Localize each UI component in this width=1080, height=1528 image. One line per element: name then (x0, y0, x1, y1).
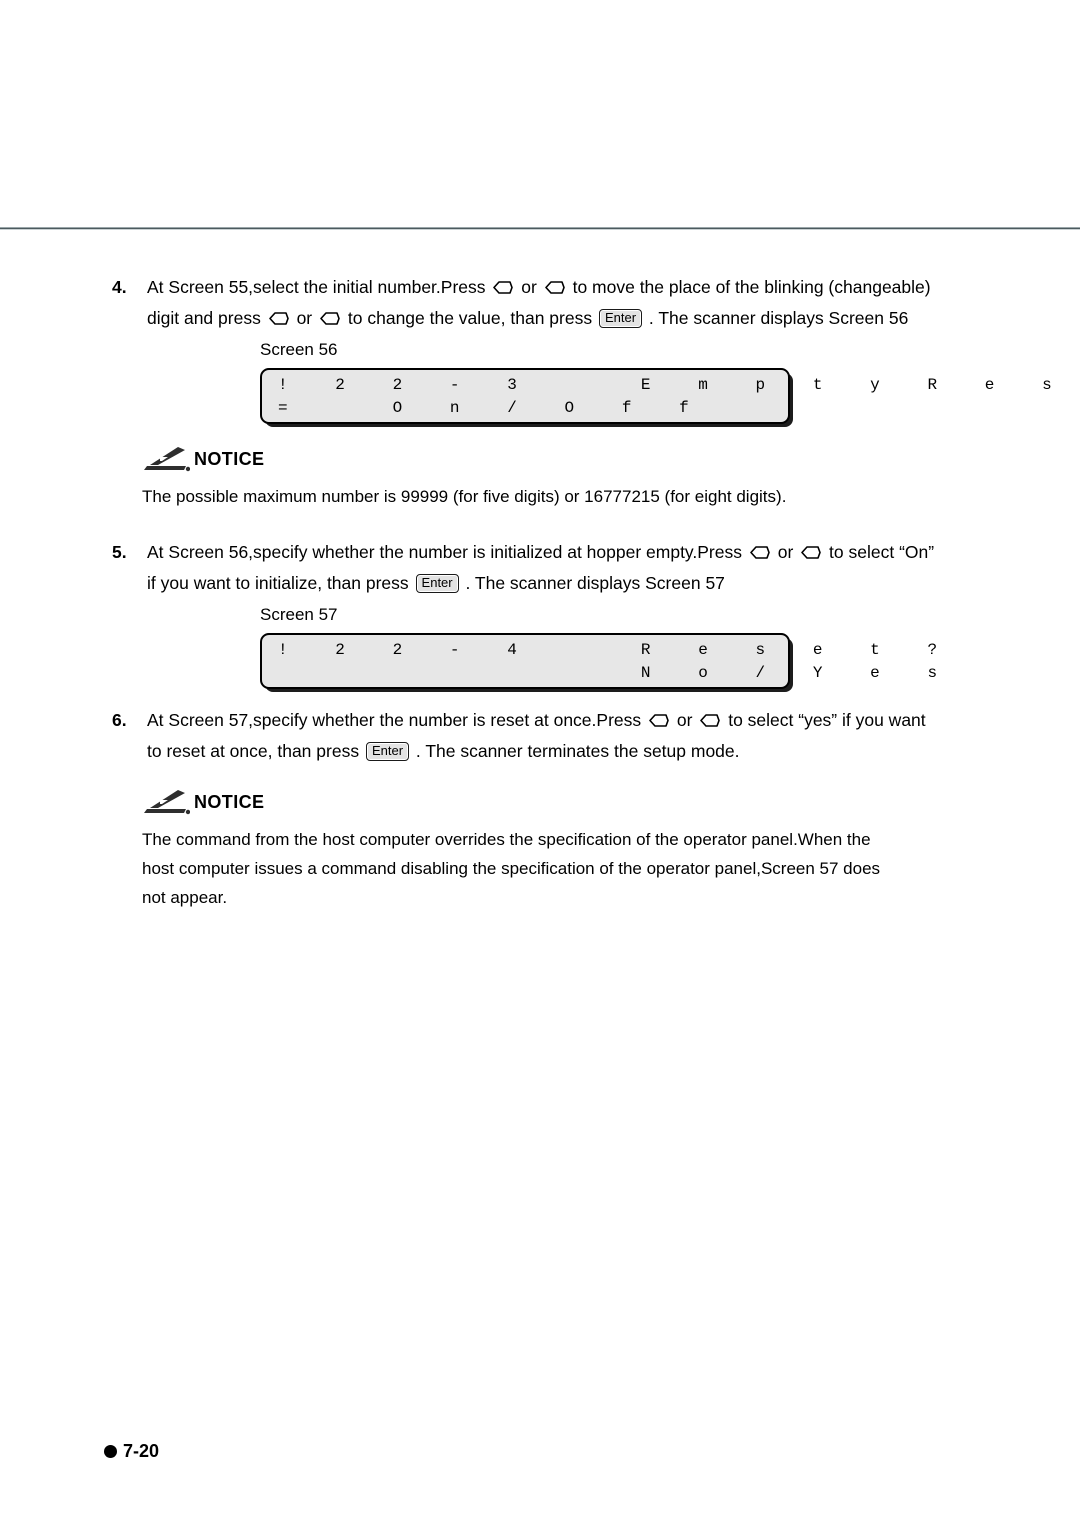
step-5: 5. At Screen 56,specify whether the numb… (112, 537, 992, 599)
right-arrow-key-icon[interactable] (700, 714, 721, 727)
enter-key-button[interactable]: Enter (365, 742, 410, 761)
step-6-number: 6. (112, 710, 127, 730)
step-4-text-b: to move the place of the blinking (chang… (572, 277, 931, 297)
enter-key-button[interactable]: Enter (415, 574, 459, 593)
step-6-text-b: to select “yes” if you want (728, 710, 926, 730)
step-6-line-1: At Screen 57,specify whether the number … (147, 705, 992, 736)
document-page: 4. At Screen 55,select the initial numbe… (0, 0, 1080, 1528)
step-4-number: 4. (112, 277, 127, 297)
step-5-text-a: At Screen 56,specify whether the number … (147, 542, 742, 562)
step-4-text-d: to change the value, than press (347, 308, 593, 328)
notice-2-line-1: The command from the host computer overr… (142, 830, 871, 849)
notice-2-header: NOTICE (142, 789, 992, 815)
screen-57-caption: Screen 57 (260, 605, 338, 624)
step-6-text-c: to reset at once, than press (147, 741, 360, 761)
step-6-text-d: . The scanner terminates the setup mode. (415, 741, 740, 761)
left-arrow-key-icon[interactable] (750, 546, 770, 559)
spacer-after-screen-57 (112, 689, 992, 705)
step-5-text-b: to select “On” (829, 542, 935, 562)
step-4: 4. At Screen 55,select the initial numbe… (112, 272, 992, 334)
step-5-number: 5. (112, 542, 127, 562)
step-4-text-a: At Screen 55,select the initial number.P… (147, 277, 486, 297)
step-6-text-a: At Screen 57,specify whether the number … (147, 710, 642, 730)
right-arrow-key-icon[interactable] (801, 546, 821, 559)
down-arrow-key-icon[interactable] (320, 312, 340, 325)
right-arrow-key-icon[interactable] (544, 281, 565, 294)
lcd-56-line-2: = O n / O f f (278, 399, 699, 417)
step-4-body: At Screen 55,select the initial number.P… (147, 272, 992, 334)
step-4-line-2: digit and press or to change the value, … (147, 303, 992, 334)
lcd-display-56: ! 2 2 - 3 E m p t y R e s e t = O n / O … (260, 368, 1062, 424)
up-arrow-key-icon[interactable] (268, 312, 289, 325)
footer-bullet-icon (104, 1445, 117, 1458)
step-5-or-1: or (777, 542, 794, 562)
step-5-text-d: . The scanner displays Screen 57 (465, 573, 725, 593)
notice-1-header: NOTICE (142, 446, 992, 472)
notice-2-line-3: not appear. (142, 888, 228, 907)
screen-57-panel: ! 2 2 - 4 R e s e t ? N o / Y e s (260, 633, 947, 689)
notice-2-body: The command from the host computer overr… (142, 825, 982, 912)
notice-2-title: NOTICE (194, 791, 265, 812)
step-5-text-c: if you want to initialize, than press (147, 573, 409, 593)
screen-56-caption: Screen 56 (260, 340, 338, 359)
spacer-after-notice-1 (112, 511, 992, 537)
pencil-note-icon (142, 789, 190, 815)
pencil-note-icon (142, 446, 190, 472)
screen-56-panel: ! 2 2 - 3 E m p t y R e s e t = O n / O … (260, 368, 1062, 424)
lcd-57-line-2: N o / Y e s (278, 664, 947, 682)
page-content: 4. At Screen 55,select the initial numbe… (112, 272, 1062, 912)
step-6-body: At Screen 57,specify whether the number … (147, 705, 992, 767)
header-rule (0, 227, 1080, 230)
step-4-text-c: digit and press (147, 308, 261, 328)
lcd-56-line-1: ! 2 2 - 3 E m p t y R e s e t (278, 376, 1062, 394)
page-number: 7-20 (123, 1441, 160, 1461)
notice-2-line-2: host computer issues a command disabling… (142, 859, 881, 878)
left-arrow-key-icon[interactable] (649, 714, 669, 727)
step-6-or-1: or (676, 710, 693, 730)
step-5-line-2: if you want to initialize, than press En… (147, 568, 992, 599)
page-footer: 7-20 (104, 1441, 159, 1462)
notice-1-line-1: The possible maximum number is 99999 (fo… (142, 487, 787, 506)
step-6-line-2: to reset at once, than press Enter . The… (147, 736, 992, 767)
enter-key-button[interactable]: Enter (598, 309, 643, 328)
step-4-or-2: or (296, 308, 313, 328)
left-arrow-key-icon[interactable] (493, 281, 514, 294)
step-6: 6. At Screen 57,specify whether the numb… (112, 705, 992, 767)
step-4-line-1: At Screen 55,select the initial number.P… (147, 272, 992, 303)
lcd-57-line-1: ! 2 2 - 4 R e s e t ? (278, 641, 947, 659)
step-4-or-1: or (521, 277, 537, 297)
step-5-body: At Screen 56,specify whether the number … (147, 537, 992, 599)
notice-1-body: The possible maximum number is 99999 (fo… (142, 482, 982, 511)
step-4-text-e: . The scanner displays Screen 56 (648, 308, 909, 328)
lcd-display-57: ! 2 2 - 4 R e s e t ? N o / Y e s (260, 633, 947, 689)
step-5-line-1: At Screen 56,specify whether the number … (147, 537, 992, 568)
notice-1-title: NOTICE (194, 448, 265, 469)
